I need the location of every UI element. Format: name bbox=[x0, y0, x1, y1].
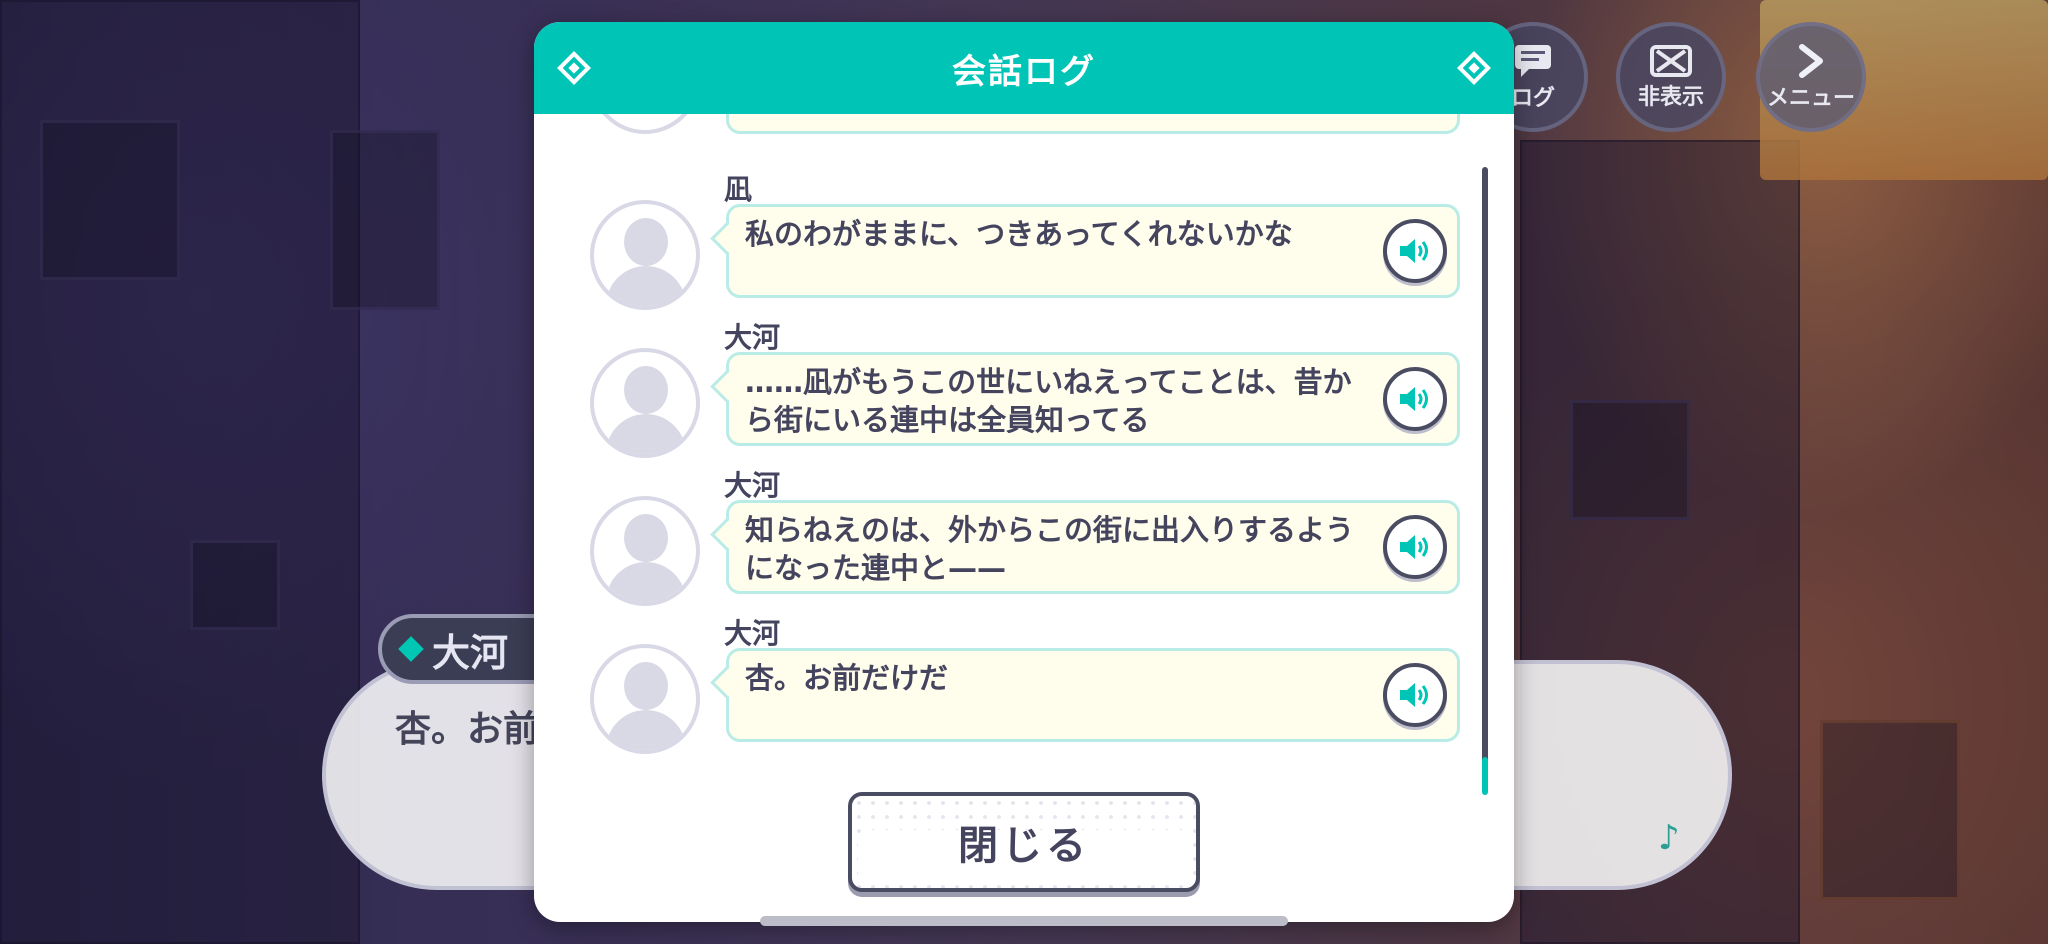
log-entry: 凪 私のわがままに、つきあってくれないかな bbox=[534, 173, 1474, 340]
close-button[interactable]: 閉じる bbox=[848, 792, 1200, 892]
voice-replay-button[interactable] bbox=[1383, 663, 1447, 727]
header-diamond-icon bbox=[557, 51, 591, 85]
voice-replay-button[interactable] bbox=[1383, 219, 1447, 283]
hide-ui-button-label: 非表示 bbox=[1637, 84, 1704, 110]
speaker-icon bbox=[1400, 683, 1428, 707]
speaker-icon bbox=[1400, 387, 1428, 411]
log-scroll-area[interactable]: 凪 私のわがままに、つきあってくれないかな 大河 ……凪がもうこの世にいねえって… bbox=[534, 114, 1514, 794]
menu-button[interactable]: メニュー bbox=[1756, 22, 1866, 132]
log-scrollbar-track[interactable] bbox=[1482, 167, 1488, 794]
voice-replay-button[interactable] bbox=[1383, 515, 1447, 579]
modal-title: 会話ログ bbox=[952, 51, 1096, 92]
log-entry: 大河 知らねえのは、外からこの街に出入りするようになった連中と—— bbox=[534, 469, 1474, 636]
hide-x-icon bbox=[1649, 44, 1693, 85]
log-bubble: 知らねえのは、外からこの街に出入りするようになった連中と—— bbox=[726, 500, 1460, 594]
speaker-diamond-icon bbox=[398, 636, 424, 662]
log-scrollbar-thumb[interactable] bbox=[1482, 757, 1488, 795]
log-bubble-partial bbox=[726, 114, 1460, 134]
log-button-label: ログ bbox=[1510, 85, 1555, 111]
log-text: ……凪がもうこの世にいねえってことは、昔から街にいる連中は全員知ってる bbox=[745, 365, 1352, 437]
log-text: 知らねえのは、外からこの街に出入りするようになった連中と—— bbox=[745, 513, 1355, 585]
log-text: 杏。お前だけだ bbox=[745, 661, 949, 695]
log-entry: 大河 杏。お前だけだ bbox=[534, 617, 1474, 784]
header-diamond-icon bbox=[1457, 51, 1491, 85]
modal-header: 会話ログ bbox=[534, 22, 1514, 114]
log-speaker-name: 凪 bbox=[724, 173, 753, 206]
log-bubble: 杏。お前だけだ bbox=[726, 648, 1460, 742]
avatar bbox=[590, 644, 700, 754]
chat-log-icon bbox=[1513, 43, 1553, 86]
voice-replay-button[interactable] bbox=[1383, 367, 1447, 431]
log-text: 私のわがままに、つきあってくれないかな bbox=[745, 217, 1293, 251]
hide-ui-button[interactable]: 非表示 bbox=[1616, 22, 1726, 132]
log-entry: 大河 ……凪がもうこの世にいねえってことは、昔から街にいる連中は全員知ってる bbox=[534, 321, 1474, 488]
avatar bbox=[590, 200, 700, 310]
log-bubble: 私のわがままに、つきあってくれないかな bbox=[726, 204, 1460, 298]
avatar-partial bbox=[590, 114, 700, 134]
home-indicator[interactable] bbox=[760, 916, 1288, 926]
chevron-right-icon bbox=[1796, 43, 1826, 86]
menu-button-label: メニュー bbox=[1766, 85, 1855, 111]
log-speaker-name: 大河 bbox=[724, 469, 781, 502]
music-note-icon[interactable]: ♪ bbox=[1658, 818, 1680, 858]
conversation-log-modal: 会話ログ 凪 私のわがままに、つきあってくれないかな 大河 ……凪がもうこの世に… bbox=[534, 22, 1514, 922]
log-speaker-name: 大河 bbox=[724, 617, 781, 650]
close-button-label: 閉じる bbox=[958, 823, 1090, 869]
avatar bbox=[590, 348, 700, 458]
avatar bbox=[590, 496, 700, 606]
log-speaker-name: 大河 bbox=[724, 321, 781, 354]
speaker-icon bbox=[1400, 239, 1428, 263]
dialogue-speaker-name: 大河 bbox=[432, 630, 509, 675]
speaker-icon bbox=[1400, 535, 1428, 559]
log-bubble: ……凪がもうこの世にいねえってことは、昔から街にいる連中は全員知ってる bbox=[726, 352, 1460, 446]
dialogue-text: 杏。お前 bbox=[395, 709, 540, 750]
